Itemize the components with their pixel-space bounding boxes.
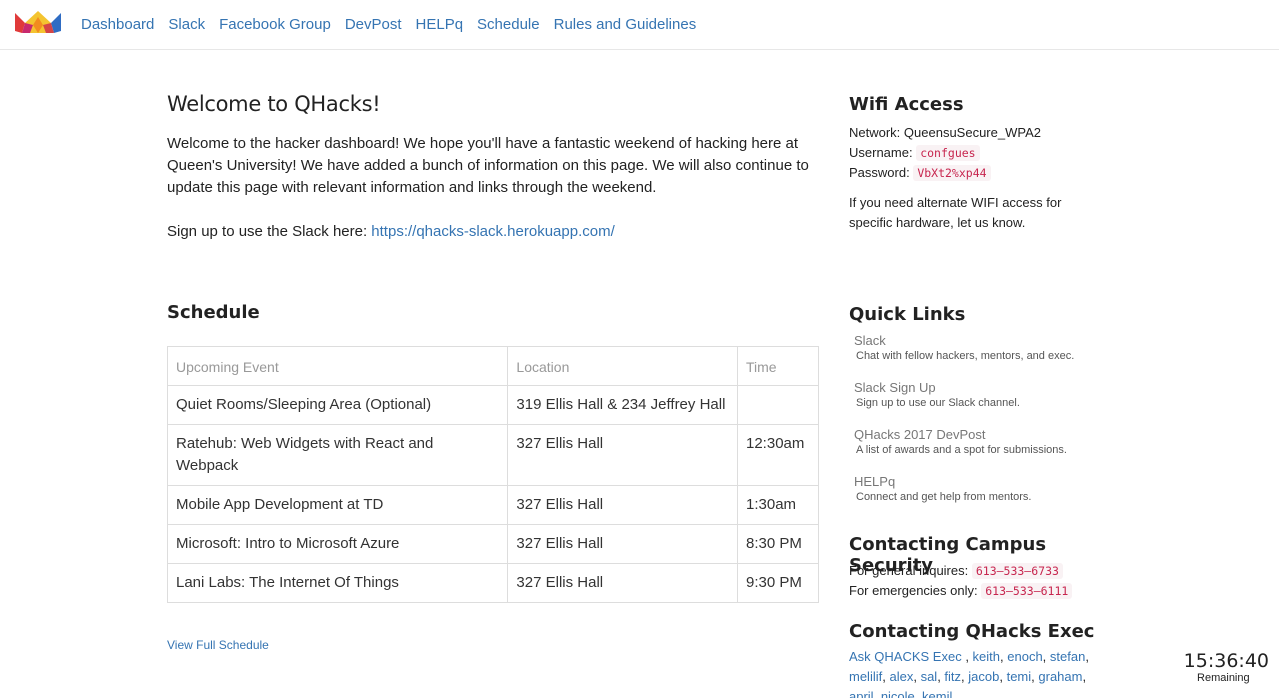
- security-emergency-phone: 613–533–6111: [981, 583, 1073, 599]
- exec-contacts: Ask QHACKS Exec , keith, enoch, stefan, …: [849, 647, 1109, 698]
- wifi-network-row: Network: QueensuSecure_WPA2: [849, 123, 1109, 143]
- table-row: Microsoft: Intro to Microsoft Azure 327 …: [166, 524, 819, 564]
- location-cell: 327 Ellis Hall: [507, 563, 738, 603]
- countdown-timer: 15:36:40 Remaining: [1184, 650, 1269, 684]
- view-full-schedule-link[interactable]: View Full Schedule: [167, 638, 269, 652]
- security-emergency-row: For emergencies only: 613–533–6111: [849, 581, 1073, 601]
- nav-link-rules[interactable]: Rules and Guidelines: [554, 16, 697, 33]
- event-cell: Mobile App Development at TD: [166, 485, 509, 525]
- navbar: Dashboard Slack Facebook Group DevPost H…: [0, 0, 1279, 50]
- event-cell: Lani Labs: The Internet Of Things: [166, 563, 509, 603]
- location-cell: 327 Ellis Hall: [507, 524, 738, 564]
- contact-exec-title: Contacting QHacks Exec: [849, 621, 1095, 642]
- exec-contact-link[interactable]: kemil: [922, 689, 952, 698]
- exec-contact-link[interactable]: april: [849, 689, 874, 698]
- slack-signup-prefix: Sign up to use the Slack here:: [167, 223, 372, 240]
- time-cell: 8:30 PM: [737, 524, 819, 564]
- wifi-details: Network: QueensuSecure_WPA2 Username: co…: [849, 123, 1109, 183]
- header-time: Time: [737, 346, 819, 386]
- schedule-table: Upcoming Event Location Time Quiet Rooms…: [166, 346, 819, 603]
- security-general-label: For general inquires:: [849, 563, 972, 578]
- exec-contact-link[interactable]: Ask QHACKS Exec: [849, 649, 962, 664]
- quick-link-desc: A list of awards and a spot for submissi…: [856, 444, 1067, 456]
- nav-link-helpq[interactable]: HELPq: [416, 16, 464, 33]
- quick-link-name: QHacks 2017 DevPost: [854, 427, 986, 442]
- wifi-note: If you need alternate WIFI access for sp…: [849, 195, 1062, 230]
- wifi-password-value: VbXt2%xp44: [913, 165, 991, 181]
- wifi-password-row: Password: VbXt2%xp44: [849, 163, 1109, 183]
- nav-link-devpost[interactable]: DevPost: [345, 16, 402, 33]
- slack-signup-link[interactable]: https://qhacks-slack.herokuapp.com/: [371, 223, 614, 240]
- quick-link-devpost[interactable]: QHacks 2017 DevPost A list of awards and…: [854, 426, 1114, 473]
- quick-link-name: HELPq: [854, 474, 896, 489]
- location-cell: 327 Ellis Hall: [507, 424, 738, 486]
- wifi-network-label: Network:: [849, 125, 904, 140]
- exec-contact-link[interactable]: stefan: [1050, 649, 1085, 664]
- quick-link-name: Slack: [854, 333, 886, 348]
- wifi-username-value: confgues: [916, 145, 980, 161]
- time-cell: [737, 385, 819, 425]
- exec-contact-link[interactable]: enoch: [1007, 649, 1042, 664]
- event-cell: Quiet Rooms/Sleeping Area (Optional): [166, 385, 509, 425]
- quick-link-name: Slack Sign Up: [854, 380, 936, 395]
- wifi-network-value: QueensuSecure_WPA2: [903, 125, 1041, 140]
- quick-links-list: Slack Chat with fellow hackers, mentors,…: [854, 332, 1114, 520]
- header-location: Location: [507, 346, 738, 386]
- nav-link-schedule[interactable]: Schedule: [477, 16, 540, 33]
- quick-link-desc: Connect and get help from mentors.: [856, 491, 1032, 503]
- wifi-title: Wifi Access: [849, 94, 964, 115]
- quick-link-slack-signup[interactable]: Slack Sign Up Sign up to use our Slack c…: [854, 379, 1114, 426]
- nav-link-slack[interactable]: Slack: [168, 16, 205, 33]
- time-cell: 12:30am: [737, 424, 819, 486]
- exec-contact-link[interactable]: fitz: [944, 669, 961, 684]
- wifi-username-row: Username: confgues: [849, 143, 1109, 163]
- table-row: Lani Labs: The Internet Of Things 327 El…: [166, 563, 819, 603]
- quick-link-helpq[interactable]: HELPq Connect and get help from mentors.: [854, 473, 1114, 520]
- time-cell: 1:30am: [737, 485, 819, 525]
- exec-contact-link[interactable]: melilif: [849, 669, 882, 684]
- event-cell: Ratehub: Web Widgets with React and Webp…: [166, 424, 509, 486]
- quick-links-title: Quick Links: [849, 304, 966, 325]
- security-general-row: For general inquires: 613–533–6733: [849, 561, 1072, 581]
- nav-link-dashboard[interactable]: Dashboard: [81, 16, 154, 33]
- nav-link-facebook-group[interactable]: Facebook Group: [219, 16, 331, 33]
- location-cell: 327 Ellis Hall: [507, 485, 738, 525]
- wifi-username-label: Username:: [849, 145, 917, 160]
- timer-time: 15:36:40: [1183, 650, 1269, 672]
- exec-contact-link[interactable]: temi: [1007, 669, 1032, 684]
- exec-contact-link[interactable]: alex: [889, 669, 913, 684]
- exec-contact-link[interactable]: graham: [1038, 669, 1082, 684]
- welcome-text: Welcome to the hacker dashboard! We hope…: [167, 135, 809, 196]
- table-row: Mobile App Development at TD 327 Ellis H…: [166, 485, 819, 525]
- table-row: Quiet Rooms/Sleeping Area (Optional) 319…: [166, 385, 819, 425]
- campus-security-details: For general inquires: 613–533–6733 For e…: [849, 561, 1073, 601]
- crown-logo-icon[interactable]: [13, 9, 63, 37]
- main-column: Welcome to QHacks! Welcome to the hacker…: [166, 92, 819, 652]
- timer-label: Remaining: [1197, 672, 1250, 684]
- time-cell: 9:30 PM: [737, 563, 819, 603]
- wifi-password-label: Password:: [849, 165, 914, 180]
- slack-signup-line: Sign up to use the Slack here: https://q…: [167, 221, 819, 243]
- security-general-phone: 613–533–6733: [971, 563, 1063, 579]
- quick-link-slack[interactable]: Slack Chat with fellow hackers, mentors,…: [854, 332, 1114, 379]
- exec-contact-link[interactable]: keith: [973, 649, 1000, 664]
- table-row: Ratehub: Web Widgets with React and Webp…: [166, 424, 819, 486]
- table-header-row: Upcoming Event Location Time: [166, 346, 819, 386]
- exec-contact-link[interactable]: sal: [921, 669, 938, 684]
- quick-link-desc: Sign up to use our Slack channel.: [856, 397, 1020, 409]
- header-upcoming-event: Upcoming Event: [166, 346, 509, 386]
- exec-contact-link[interactable]: jacob: [968, 669, 999, 684]
- location-cell: 319 Ellis Hall & 234 Jeffrey Hall: [507, 385, 738, 425]
- schedule-title: Schedule: [167, 302, 260, 323]
- event-cell: Microsoft: Intro to Microsoft Azure: [166, 524, 509, 564]
- welcome-title: Welcome to QHacks!: [167, 92, 381, 116]
- quick-link-desc: Chat with fellow hackers, mentors, and e…: [856, 350, 1075, 362]
- nav-links: Dashboard Slack Facebook Group DevPost H…: [81, 16, 710, 33]
- security-emergency-label: For emergencies only:: [849, 583, 982, 598]
- exec-contact-link[interactable]: nicole: [881, 689, 915, 698]
- sidebar: Wifi Access Network: QueensuSecure_WPA2 …: [849, 94, 1109, 698]
